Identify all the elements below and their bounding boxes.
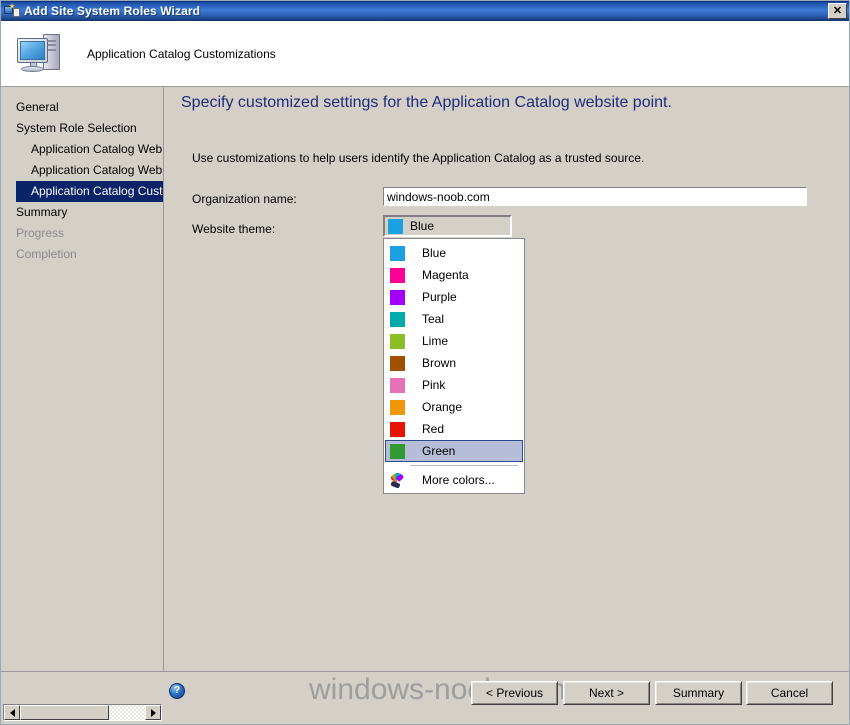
- theme-option-label: Lime: [422, 334, 449, 348]
- previous-button[interactable]: < Previous: [471, 681, 558, 705]
- wizard-footer: ? windows-noob.com < Previous Next > Sum…: [1, 671, 849, 724]
- dropdown-separator: [410, 465, 518, 466]
- scroll-left-icon[interactable]: [4, 705, 20, 720]
- wizard-body: General System Role Selection Applicatio…: [1, 87, 849, 671]
- wizard-window: Add Site System Roles Wizard ✕ Applicati…: [0, 0, 850, 725]
- sidebar-item-app-catalog-web-service[interactable]: Application Catalog Web Service Point: [1, 139, 163, 160]
- selected-theme-label: Blue: [410, 219, 435, 233]
- more-colors-label: More colors...: [422, 473, 495, 487]
- theme-option-label: Orange: [422, 400, 463, 414]
- scroll-right-icon[interactable]: [145, 705, 161, 720]
- next-button[interactable]: Next >: [563, 681, 650, 705]
- theme-option-label: Blue: [422, 246, 447, 260]
- sidebar-horizontal-scrollbar[interactable]: [3, 704, 162, 721]
- website-theme-combobox[interactable]: Blue: [383, 215, 512, 237]
- sidebar-item-completion: Completion: [16, 247, 77, 261]
- theme-option-label: Magenta: [422, 268, 469, 282]
- color-swatch: [390, 267, 405, 283]
- theme-option-brown[interactable]: Brown: [385, 352, 523, 374]
- website-theme-label: Website theme:: [192, 222, 276, 236]
- scrollbar-track[interactable]: [20, 705, 145, 720]
- color-swatch: [390, 245, 405, 261]
- sidebar-item-system-role-selection[interactable]: System Role Selection: [1, 118, 163, 139]
- theme-option-label: Teal: [422, 312, 445, 326]
- sidebar-item-summary[interactable]: Summary: [1, 202, 163, 223]
- theme-option-green[interactable]: Green: [385, 440, 523, 462]
- theme-option-label: Pink: [422, 378, 446, 392]
- color-swatch: [390, 443, 405, 459]
- sidebar-item-general[interactable]: General: [1, 97, 163, 118]
- wizard-header: Application Catalog Customizations: [1, 21, 849, 87]
- wizard-main-panel: Specify customized settings for the Appl…: [164, 87, 849, 671]
- theme-option-magenta[interactable]: Magenta: [385, 264, 523, 286]
- color-swatch: [390, 289, 405, 305]
- color-swatch: [390, 311, 405, 327]
- color-swatch: [390, 355, 405, 371]
- organization-name-label: Organization name:: [192, 192, 297, 206]
- sidebar-item-progress: Progress: [16, 226, 65, 240]
- cancel-button[interactable]: Cancel: [746, 681, 833, 705]
- page-description: Use customizations to help users identif…: [192, 151, 645, 165]
- color-swatch: [390, 421, 405, 437]
- page-title: Specify customized settings for the Appl…: [181, 94, 672, 111]
- theme-option-red[interactable]: Red: [385, 418, 523, 440]
- organization-name-input[interactable]: [383, 187, 807, 206]
- close-icon[interactable]: ✕: [828, 3, 847, 19]
- theme-option-orange[interactable]: Orange: [385, 396, 523, 418]
- theme-option-label: Brown: [422, 356, 457, 370]
- selected-color-swatch: [388, 218, 403, 234]
- wizard-computer-icon: [4, 3, 20, 19]
- theme-option-pink[interactable]: Pink: [385, 374, 523, 396]
- sidebar-item-app-catalog-website[interactable]: Application Catalog Website Point: [1, 160, 163, 181]
- theme-option-blue[interactable]: Blue: [385, 242, 523, 264]
- help-icon[interactable]: ?: [169, 683, 185, 699]
- theme-option-teal[interactable]: Teal: [385, 308, 523, 330]
- header-title: Application Catalog Customizations: [87, 46, 276, 61]
- theme-option-lime[interactable]: Lime: [385, 330, 523, 352]
- color-palette-icon: [390, 472, 405, 489]
- scrollbar-thumb[interactable]: [20, 705, 109, 720]
- color-swatch: [390, 399, 405, 415]
- title-bar[interactable]: Add Site System Roles Wizard ✕: [1, 1, 849, 21]
- wizard-sidebar: General System Role Selection Applicatio…: [1, 87, 164, 671]
- color-swatch: [390, 377, 405, 393]
- theme-option-purple[interactable]: Purple: [385, 286, 523, 308]
- color-swatch: [390, 333, 405, 349]
- website-theme-dropdown[interactable]: Blue Magenta Purple Teal Lime Brown Pink…: [383, 238, 525, 494]
- sidebar-item-app-catalog-customizations[interactable]: Application Catalog Customizations: [16, 181, 163, 202]
- summary-button[interactable]: Summary: [655, 681, 742, 705]
- theme-option-label: Purple: [422, 290, 457, 304]
- window-title: Add Site System Roles Wizard: [24, 4, 201, 18]
- theme-option-label: Red: [422, 422, 445, 436]
- computer-icon: [15, 30, 67, 78]
- more-colors-item[interactable]: More colors...: [385, 469, 523, 491]
- theme-option-label: Green: [422, 444, 456, 458]
